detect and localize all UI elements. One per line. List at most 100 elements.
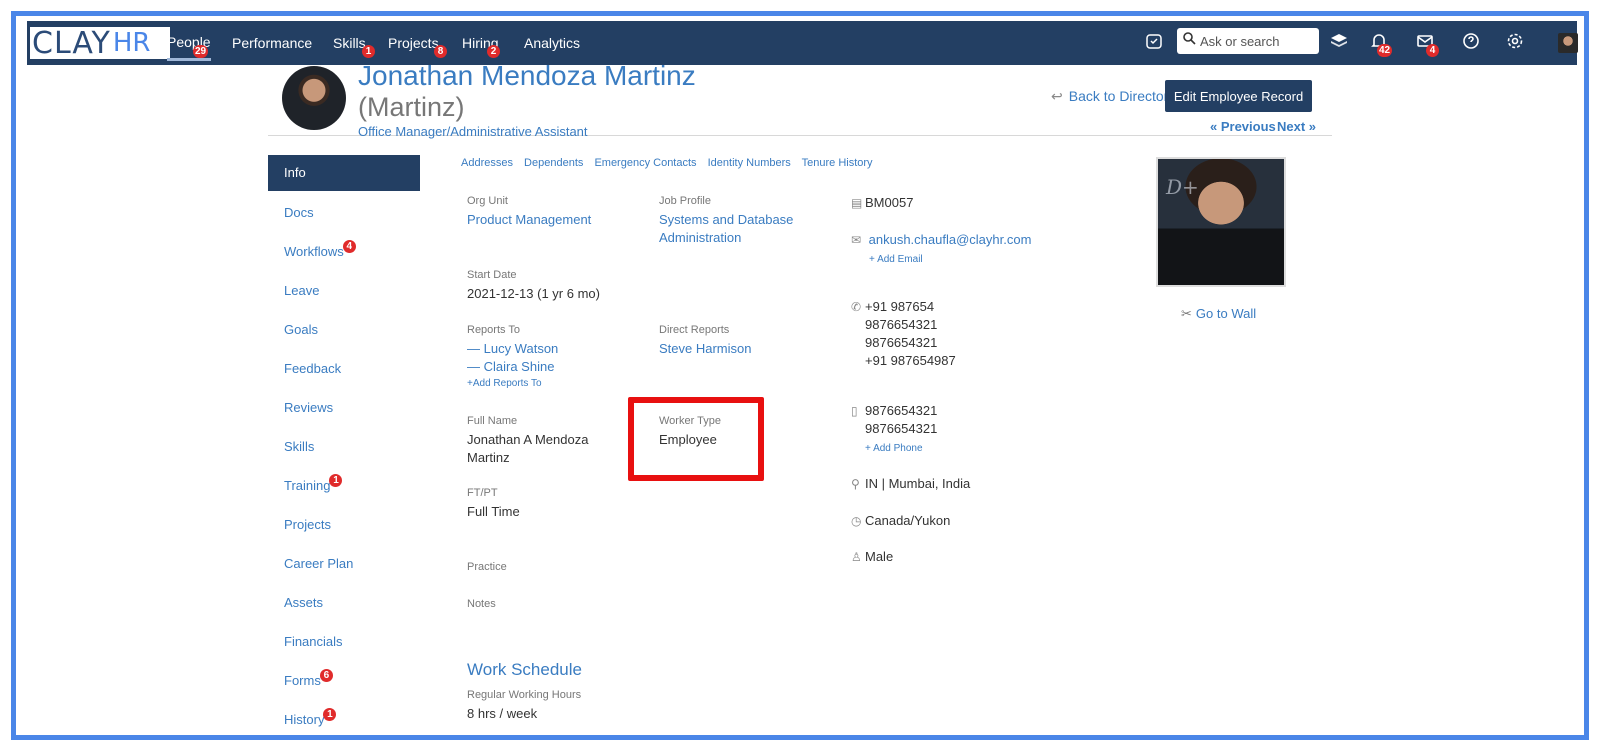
add-email-link[interactable]: + Add Email — [869, 251, 1031, 269]
full-name-value-line2: Martinz — [467, 450, 510, 465]
location-block: ⚲ IN | Mumbai, India — [851, 475, 970, 493]
sidebar-item-financials[interactable]: Financials — [268, 622, 420, 661]
go-to-wall-label: Go to Wall — [1195, 306, 1257, 321]
nav-projects-label: Projects — [388, 35, 439, 51]
employee-avatar — [282, 66, 346, 130]
sidebar-item-label: Leave — [284, 283, 320, 298]
full-name-value-line1: Jonathan A Mendoza — [467, 432, 589, 447]
add-phone-link[interactable]: + Add Phone — [865, 440, 937, 458]
sidebar-item-info[interactable]: Info — [268, 155, 420, 191]
sidebar-item-label: Assets — [284, 595, 324, 610]
workflows-badge: 4 — [342, 240, 356, 253]
sidebar-item-label: Career Plan — [284, 556, 354, 571]
user-avatar[interactable] — [1558, 33, 1578, 53]
subtab-tenure-history[interactable]: Tenure History — [802, 157, 873, 169]
job-profile-value-line2[interactable]: Administration — [659, 229, 793, 247]
notes-field: Notes — [467, 598, 496, 614]
logo-text: CLAY — [32, 25, 111, 61]
sidebar-item-label: Training — [284, 478, 331, 493]
job-profile-value-line1[interactable]: Systems and Database — [659, 211, 793, 229]
phone-1: +91 987654 — [865, 299, 935, 314]
sidebar-item-training[interactable]: Training 1 — [268, 466, 420, 505]
employee-nickname: (Martinz) — [358, 92, 465, 122]
sidebar-item-skills[interactable]: Skills — [268, 427, 420, 466]
org-unit-value[interactable]: Product Management — [467, 211, 591, 229]
return-arrow-icon: ↩ — [1051, 88, 1063, 104]
sidebar-item-history[interactable]: History 1 — [268, 700, 420, 735]
mobile-2: 9876654321 — [865, 421, 938, 436]
sidebar-item-docs[interactable]: Docs — [268, 193, 420, 232]
sidebar-item-assets[interactable]: Assets — [268, 583, 420, 622]
nav-analytics[interactable]: Analytics — [524, 21, 580, 65]
start-date-label: Start Date — [467, 269, 517, 281]
nav-hiring[interactable]: Hiring 2 — [462, 21, 500, 65]
clayhr-logo[interactable]: CLAY HR — [30, 25, 170, 61]
layers-icon[interactable] — [1330, 32, 1352, 54]
nav-people[interactable]: People 29 — [167, 21, 211, 61]
bell-icon[interactable]: 42 — [1370, 32, 1393, 57]
subtab-addresses[interactable]: Addresses — [461, 157, 513, 169]
employee-job-title[interactable]: Office Manager/Administrative Assistant — [358, 124, 588, 139]
job-profile-label: Job Profile — [659, 195, 711, 207]
go-to-wall-link[interactable]: ✂ Go to Wall — [1181, 306, 1256, 322]
sidebar-item-leave[interactable]: Leave — [268, 271, 420, 310]
subtab-identity-numbers[interactable]: Identity Numbers — [708, 157, 791, 169]
global-search[interactable] — [1177, 28, 1319, 54]
clock-check-icon[interactable] — [1145, 32, 1167, 54]
nav-performance[interactable]: Performance — [232, 21, 312, 65]
forms-badge: 6 — [319, 669, 333, 682]
worker-type-highlight — [628, 397, 764, 481]
subtab-emergency-contacts[interactable]: Emergency Contacts — [594, 157, 696, 169]
employee-photo: D+ — [1156, 157, 1286, 287]
nav-hiring-badge: 2 — [487, 45, 500, 58]
person-icon: ♙ — [851, 550, 862, 564]
info-subtabs: Addresses Dependents Emergency Contacts … — [461, 157, 881, 169]
id-card-icon: ▤ — [851, 196, 863, 210]
edit-employee-record-button[interactable]: Edit Employee Record — [1165, 80, 1312, 112]
help-icon[interactable] — [1462, 32, 1484, 54]
nav-projects-badge: 8 — [434, 45, 447, 58]
nav-projects[interactable]: Projects 8 — [388, 21, 447, 65]
wall-icon: ✂ — [1181, 306, 1192, 321]
mobile-block: ▯ 9876654321 9876654321 + Add Phone — [851, 402, 937, 458]
sidebar-item-forms[interactable]: Forms 6 — [268, 661, 420, 700]
full-name-field: Full Name Jonathan A Mendoza Martinz — [467, 415, 588, 467]
reports-to-person-2[interactable]: — Claira Shine — [467, 358, 558, 376]
add-reports-to-link[interactable]: +Add Reports To — [467, 378, 558, 389]
mail-icon[interactable]: 4 — [1416, 32, 1439, 57]
full-name-label: Full Name — [467, 415, 518, 427]
messages-badge: 4 — [1426, 44, 1439, 57]
email-link[interactable]: ankush.chaufla@clayhr.com — [869, 232, 1032, 247]
reports-to-person-1[interactable]: — Lucy Watson — [467, 340, 558, 358]
nav-skills[interactable]: Skills 1 — [333, 21, 375, 65]
nav-skills-label: Skills — [333, 35, 366, 51]
sidebar-item-feedback[interactable]: Feedback — [268, 349, 420, 388]
practice-field: Practice — [467, 561, 507, 577]
sidebar-item-workflows[interactable]: Workflows 4 — [268, 232, 420, 271]
ft-pt-label: FT/PT — [467, 487, 498, 499]
sidebar-item-goals[interactable]: Goals — [268, 310, 420, 349]
back-to-directory-label: Back to Directory — [1068, 88, 1176, 104]
app-frame: CLAY HR People 29 Performance Skills 1 P… — [11, 11, 1589, 740]
photo-watermark: D+ — [1166, 175, 1199, 199]
subtab-dependents[interactable]: Dependents — [524, 157, 583, 169]
previous-link[interactable]: « Previous — [1210, 119, 1276, 134]
search-input[interactable] — [1200, 33, 1312, 49]
clock-icon: ◷ — [851, 514, 862, 528]
sidebar-item-projects[interactable]: Projects — [268, 505, 420, 544]
org-unit-label: Org Unit — [467, 195, 508, 207]
envelope-icon: ✉ — [851, 233, 862, 247]
sidebar-item-career-plan[interactable]: Career Plan — [268, 544, 420, 583]
next-link[interactable]: Next » — [1277, 119, 1316, 134]
sidebar-item-label: Forms — [284, 673, 321, 688]
reports-to-field: Reports To — Lucy Watson — Claira Shine … — [467, 324, 558, 389]
sidebar-item-label: Financials — [284, 634, 343, 649]
sidebar-item-label: Skills — [284, 439, 315, 454]
direct-reports-field: Direct Reports Steve Harmison — [659, 324, 751, 358]
sidebar-item-reviews[interactable]: Reviews — [268, 388, 420, 427]
back-to-directory-link[interactable]: ↩ Back to Directory — [1051, 88, 1175, 105]
settings-gear-icon[interactable] — [1506, 32, 1528, 54]
sidebar-item-label: Workflows — [284, 244, 344, 259]
direct-reports-value[interactable]: Steve Harmison — [659, 340, 751, 358]
phone-3: 9876654321 — [865, 335, 938, 350]
